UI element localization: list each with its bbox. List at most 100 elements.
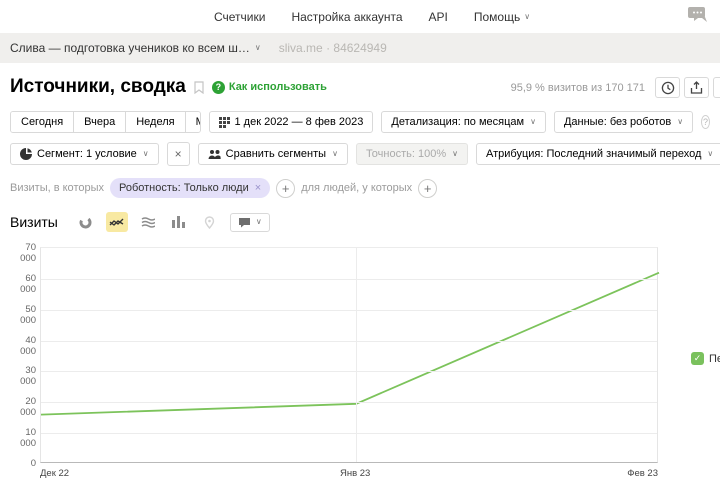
segment-pie-icon	[20, 148, 32, 160]
robot-filter-label: Роботность: Только люди	[119, 182, 249, 194]
report-content: Источники, сводка ? Как использовать Сег…	[0, 75, 720, 232]
y-tick-label: 0	[30, 458, 36, 469]
top-nav-items: Счетчики Настройка аккаунта API Помощь ∨	[214, 10, 530, 24]
data-mode-label: Данные: без роботов	[563, 116, 672, 128]
y-tick-label: 50 000	[20, 303, 36, 326]
help-question-icon[interactable]: ?	[701, 115, 710, 129]
counter-bar: Слива — подготовка учеников ко всем ш… ∨…	[0, 33, 720, 63]
v-gridline	[356, 248, 358, 462]
period-toolbar: Сегодня Вчера Неделя Месяц Квартал Год 1…	[10, 111, 710, 133]
chevron-down-icon: ∨	[452, 149, 458, 158]
compare-people-icon	[208, 149, 221, 160]
visits-in-label: Визиты, в которых	[10, 182, 104, 194]
legend-item[interactable]: ✓ Пе	[691, 352, 720, 365]
h-gridline	[41, 309, 657, 311]
period-month-button[interactable]: Месяц	[184, 112, 200, 132]
robot-filter-pill[interactable]: Роботность: Только люди ×	[110, 178, 271, 198]
h-gridline	[41, 340, 657, 342]
segment-label: Сегмент: 1 условие	[37, 148, 137, 160]
nav-api[interactable]: API	[429, 10, 448, 24]
accuracy-label: Точность: 100%	[365, 148, 447, 160]
h-gridline	[41, 402, 657, 404]
x-tick-label: Дек 22	[40, 468, 70, 479]
segment-dropdown[interactable]: Сегмент: 1 условие ∨	[10, 143, 159, 165]
counter-selector[interactable]: Слива — подготовка учеников ко всем ш… ∨	[10, 41, 261, 55]
compare-segments-label: Сравнить сегменты	[225, 148, 327, 160]
y-tick-label: 30 000	[20, 365, 36, 388]
data-mode-dropdown[interactable]: Данные: без роботов ∨	[553, 111, 694, 133]
compare-segments-dropdown[interactable]: Сравнить сегменты ∨	[197, 143, 348, 165]
sampling-info: 95,9 % визитов из 170 171	[510, 82, 645, 94]
question-circle-icon: ?	[211, 80, 225, 94]
metric-toolbar: Визиты ∨	[10, 212, 710, 232]
page-title: Источники, сводка	[10, 76, 186, 97]
h-gridline	[41, 433, 657, 435]
y-tick-label: 60 000	[20, 272, 36, 295]
chevron-down-icon: ∨	[530, 117, 536, 126]
close-icon[interactable]: ×	[255, 182, 261, 194]
comment-icon	[238, 217, 251, 228]
chevron-down-icon: ∨	[707, 149, 714, 158]
x-tick-label: Фев 23	[627, 468, 658, 479]
top-navigation: Счетчики Настройка аккаунта API Помощь ∨	[0, 0, 720, 33]
export-icon[interactable]	[684, 77, 709, 98]
how-to-use-link[interactable]: ? Как использовать	[211, 80, 327, 94]
attribution-dropdown[interactable]: Атрибуция: Последний значимый переход ∨	[475, 143, 720, 165]
visits-line-series	[40, 271, 660, 416]
counter-meta: sliva.me · 84624949	[278, 41, 387, 55]
bookmark-icon[interactable]	[194, 80, 204, 94]
chevron-down-icon: ∨	[677, 117, 684, 126]
period-button-group: Сегодня Вчера Неделя Месяц Квартал Год	[10, 111, 201, 133]
area-chart-icon[interactable]	[137, 212, 159, 232]
detalization-dropdown[interactable]: Детализация: по месяцам ∨	[381, 111, 546, 133]
y-tick-label: 70 000	[20, 242, 36, 264]
report-action-buttons	[655, 77, 720, 98]
pin-icon[interactable]	[713, 77, 720, 98]
h-gridline	[41, 278, 657, 280]
h-gridline	[41, 371, 657, 373]
period-today-button[interactable]: Сегодня	[11, 112, 74, 132]
y-tick-label: 10 000	[20, 427, 36, 450]
donut-chart-icon[interactable]	[75, 212, 97, 232]
period-week-button[interactable]: Неделя	[125, 112, 185, 132]
schedule-clock-icon[interactable]	[655, 77, 680, 98]
nav-help[interactable]: Помощь ∨	[474, 10, 530, 24]
metric-label: Визиты	[10, 214, 58, 230]
chevron-down-icon: ∨	[254, 43, 261, 52]
date-range-label: 1 дек 2022 — 8 фев 2023	[234, 116, 364, 128]
nav-account-settings[interactable]: Настройка аккаунта	[291, 10, 402, 24]
x-tick-label: Янв 23	[339, 468, 371, 479]
nav-help-label: Помощь	[473, 9, 521, 24]
support-chat-icon[interactable]	[688, 5, 708, 23]
visits-chart: 0 10 000 20 000 30 000 40 000 50 000 60 000 70 …	[10, 240, 715, 480]
chart-plot-area[interactable]	[40, 247, 660, 463]
nav-counters[interactable]: Счетчики	[214, 10, 265, 24]
add-people-condition-button[interactable]: +	[418, 178, 438, 198]
line-chart-icon[interactable]	[105, 212, 128, 232]
detalization-label: Детализация: по месяцам	[391, 116, 525, 128]
calendar-grid-icon	[218, 116, 230, 128]
accuracy-dropdown: Точность: 100% ∨	[355, 143, 468, 165]
period-yesterday-button[interactable]: Вчера	[73, 112, 126, 132]
segment-toolbar: Сегмент: 1 условие ∨ × Сравнить сегменты…	[10, 142, 720, 166]
people-in-label: для людей, у которых	[301, 182, 413, 194]
attribution-label: Атрибуция: Последний значимый переход	[485, 148, 702, 160]
filter-conditions-row: Визиты, в которых Роботность: Только люд…	[10, 178, 710, 198]
chevron-down-icon: ∨	[524, 11, 531, 21]
y-tick-label: 20 000	[20, 396, 36, 419]
y-tick-label: 40 000	[20, 334, 36, 357]
legend-label: Пе	[709, 352, 720, 365]
yandex-metrica-page: { "icons": { "chevron": "∨", "close": "×…	[0, 0, 720, 480]
map-pin-icon	[199, 212, 221, 232]
comments-dropdown[interactable]: ∨	[229, 212, 270, 232]
segment-clear-button[interactable]: ×	[166, 142, 190, 166]
date-range-button[interactable]: 1 дек 2022 — 8 фев 2023	[208, 111, 374, 133]
chevron-down-icon: ∨	[142, 149, 149, 158]
counter-name-label: Слива — подготовка учеников ко всем ш…	[10, 41, 250, 55]
add-visit-condition-button[interactable]: +	[276, 178, 296, 198]
how-to-use-label: Как использовать	[228, 81, 327, 93]
chevron-down-icon: ∨	[332, 149, 338, 158]
legend-checkbox-icon[interactable]: ✓	[691, 352, 704, 365]
bar-chart-icon[interactable]	[168, 212, 190, 232]
chevron-down-icon: ∨	[255, 217, 262, 226]
